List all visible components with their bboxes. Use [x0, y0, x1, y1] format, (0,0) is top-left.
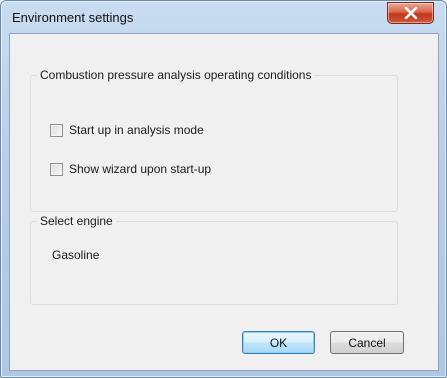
close-button[interactable]: [387, 2, 434, 24]
dialog-window: Environment settings Combustion pressure…: [0, 0, 447, 378]
ok-button[interactable]: OK: [242, 331, 315, 354]
dialog-client-area: Combustion pressure analysis operating c…: [9, 33, 439, 371]
title-bar[interactable]: Environment settings: [1, 1, 446, 33]
engine-group: Select engine Gasoline: [30, 214, 398, 305]
close-icon: [404, 7, 417, 19]
show-wizard-checkbox[interactable]: [50, 162, 63, 176]
engine-group-label: Select engine: [37, 214, 116, 228]
show-wizard-label: Show wizard upon start-up: [69, 162, 212, 176]
combustion-conditions-group: Combustion pressure analysis operating c…: [30, 68, 398, 212]
combustion-conditions-label: Combustion pressure analysis operating c…: [37, 68, 315, 82]
engine-value: Gasoline: [52, 248, 100, 262]
start-analysis-mode-label: Start up in analysis mode: [69, 123, 204, 137]
cancel-button[interactable]: Cancel: [330, 331, 404, 354]
start-analysis-mode-checkbox[interactable]: [50, 123, 63, 137]
show-wizard-option[interactable]: Show wizard upon start-up: [50, 162, 211, 176]
start-analysis-mode-option[interactable]: Start up in analysis mode: [50, 123, 204, 137]
window-title: Environment settings: [12, 10, 134, 25]
